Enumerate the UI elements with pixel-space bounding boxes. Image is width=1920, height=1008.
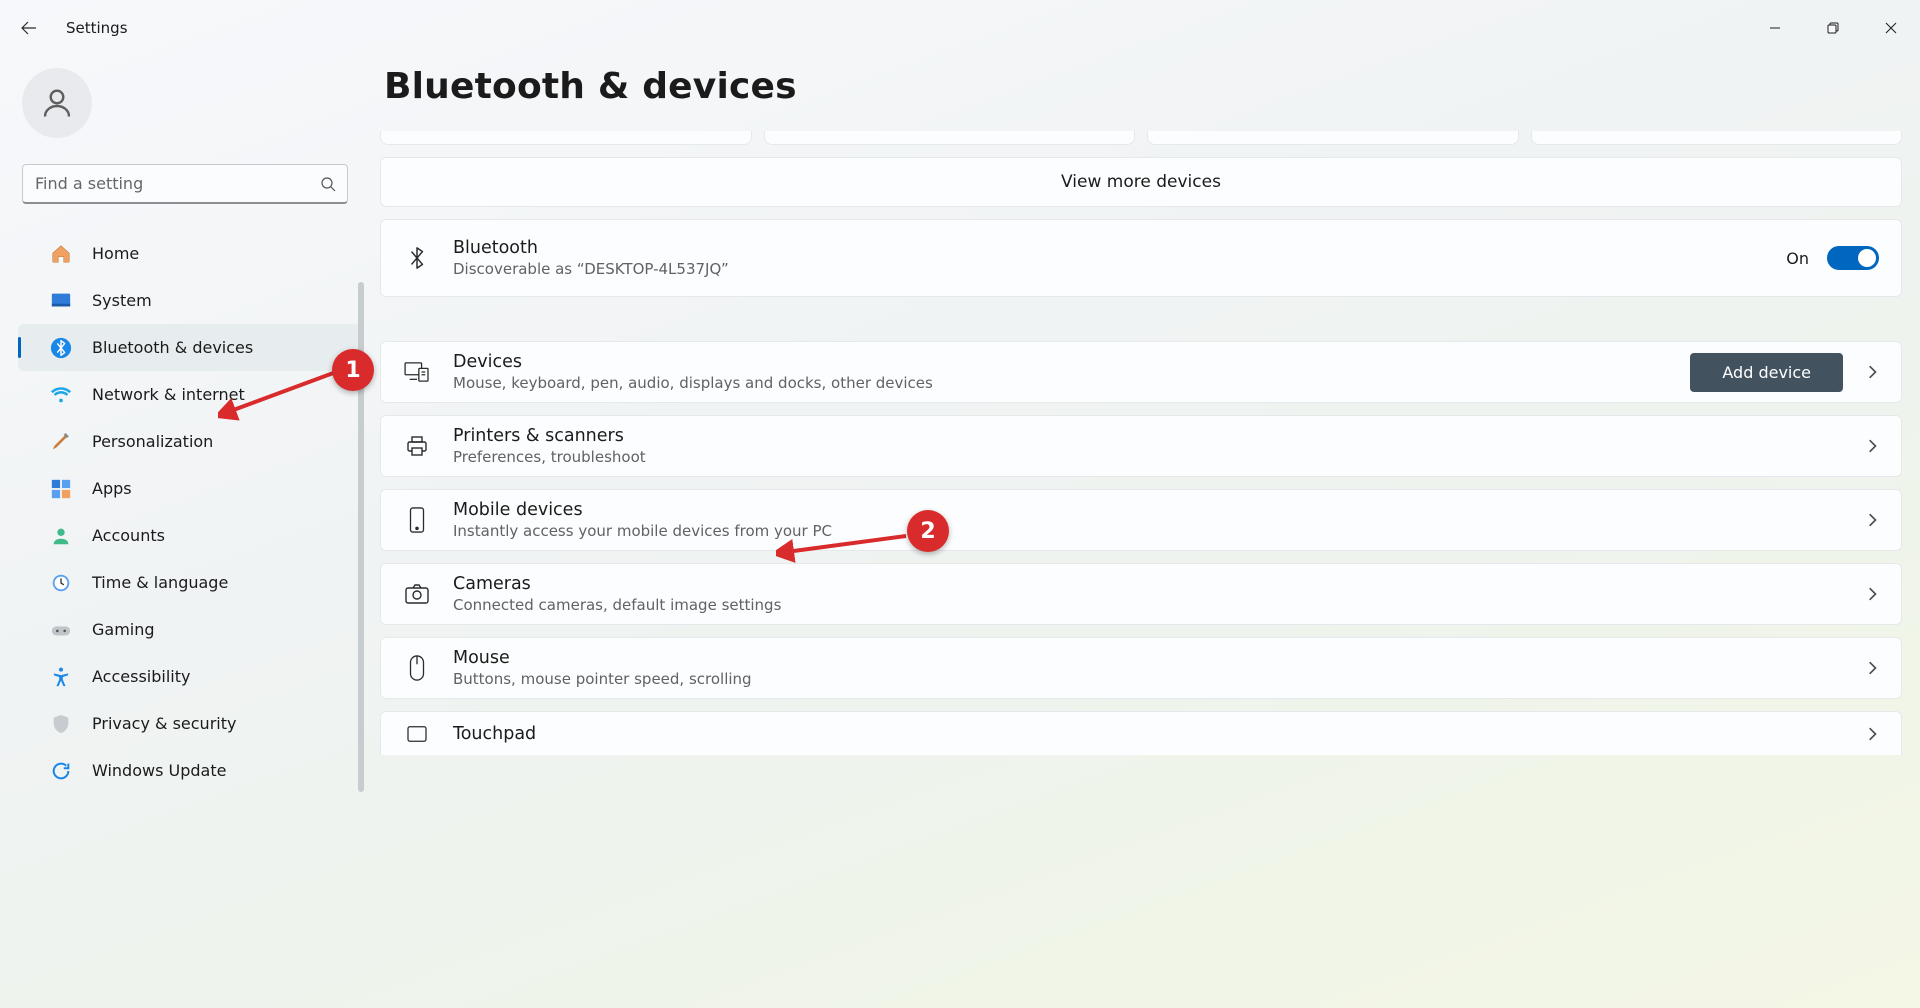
accessibility-icon bbox=[50, 666, 72, 688]
bluetooth-outline-icon bbox=[403, 244, 431, 272]
sidebar-item-home[interactable]: Home bbox=[18, 230, 362, 277]
sidebar-item-time[interactable]: Time & language bbox=[18, 559, 362, 606]
card-subtitle: Buttons, mouse pointer speed, scrolling bbox=[453, 670, 1843, 688]
card-subtitle: Instantly access your mobile devices fro… bbox=[453, 522, 1843, 540]
window-controls bbox=[1746, 10, 1920, 46]
page-title: Bluetooth & devices bbox=[384, 66, 1902, 107]
sidebar-item-label: Accounts bbox=[92, 526, 165, 545]
camera-icon bbox=[403, 584, 431, 604]
view-more-label: View more devices bbox=[403, 172, 1879, 192]
chevron-right-icon bbox=[1865, 439, 1879, 453]
restore-button[interactable] bbox=[1804, 10, 1862, 46]
devices-icon bbox=[403, 361, 431, 383]
sidebar-item-accounts[interactable]: Accounts bbox=[18, 512, 362, 559]
search-input[interactable] bbox=[22, 164, 348, 204]
card-title: Cameras bbox=[453, 574, 1843, 594]
close-button[interactable] bbox=[1862, 10, 1920, 46]
mouse-icon bbox=[403, 655, 431, 681]
sidebar-item-label: System bbox=[92, 291, 152, 310]
avatar[interactable] bbox=[22, 68, 92, 138]
printers-row[interactable]: Printers & scanners Preferences, trouble… bbox=[380, 415, 1902, 477]
annotation-arrow-1 bbox=[218, 362, 348, 422]
mouse-row[interactable]: Mouse Buttons, mouse pointer speed, scro… bbox=[380, 637, 1902, 699]
bluetooth-toggle[interactable] bbox=[1827, 246, 1879, 270]
update-icon bbox=[50, 760, 72, 782]
sidebar-item-label: Apps bbox=[92, 479, 132, 498]
sidebar-item-system[interactable]: System bbox=[18, 277, 362, 324]
add-device-button[interactable]: Add device bbox=[1690, 353, 1843, 392]
sidebar-item-label: Gaming bbox=[92, 620, 155, 639]
paired-device-card[interactable] bbox=[380, 131, 752, 145]
window-title: Settings bbox=[58, 19, 128, 37]
card-subtitle: Connected cameras, default image setting… bbox=[453, 596, 1843, 614]
printer-icon bbox=[403, 435, 431, 457]
bluetooth-icon bbox=[50, 337, 72, 359]
bluetooth-title: Bluetooth bbox=[453, 238, 1786, 258]
sidebar-item-update[interactable]: Windows Update bbox=[18, 747, 362, 794]
paired-devices-row bbox=[380, 131, 1902, 145]
paired-device-card[interactable] bbox=[1147, 131, 1519, 145]
chevron-right-icon bbox=[1865, 661, 1879, 675]
sidebar-item-label: Privacy & security bbox=[92, 714, 236, 733]
bluetooth-subtitle: Discoverable as “DESKTOP-4L537JQ” bbox=[453, 260, 1786, 278]
card-title: Printers & scanners bbox=[453, 426, 1843, 446]
sidebar-item-privacy[interactable]: Privacy & security bbox=[18, 700, 362, 747]
main-content: Bluetooth & devices View more devices Bl… bbox=[380, 58, 1902, 1008]
sidebar-item-label: Windows Update bbox=[92, 761, 226, 780]
home-icon bbox=[50, 243, 72, 265]
sidebar-item-label: Accessibility bbox=[92, 667, 190, 686]
sidebar-item-label: Home bbox=[92, 244, 139, 263]
sidebar-item-label: Time & language bbox=[92, 573, 228, 592]
annotation-badge-2: 2 bbox=[907, 510, 949, 552]
mobile-devices-row[interactable]: Mobile devices Instantly access your mob… bbox=[380, 489, 1902, 551]
card-title: Devices bbox=[453, 352, 1690, 372]
touchpad-row[interactable]: Touchpad bbox=[380, 711, 1902, 755]
system-icon bbox=[50, 290, 72, 312]
gaming-icon bbox=[50, 619, 72, 641]
annotation-badge-1: 1 bbox=[332, 349, 374, 391]
clock-icon bbox=[50, 572, 72, 594]
cameras-row[interactable]: Cameras Connected cameras, default image… bbox=[380, 563, 1902, 625]
accounts-icon bbox=[50, 525, 72, 547]
card-title: Mouse bbox=[453, 648, 1843, 668]
titlebar: Settings bbox=[0, 0, 1920, 56]
view-more-devices[interactable]: View more devices bbox=[380, 157, 1902, 207]
minimize-button[interactable] bbox=[1746, 10, 1804, 46]
card-subtitle: Mouse, keyboard, pen, audio, displays an… bbox=[453, 374, 1690, 392]
card-title: Touchpad bbox=[453, 724, 1843, 744]
card-title: Mobile devices bbox=[453, 500, 1843, 520]
sidebar-item-label: Personalization bbox=[92, 432, 213, 451]
paintbrush-icon bbox=[50, 431, 72, 453]
chevron-right-icon bbox=[1865, 587, 1879, 601]
sidebar-item-apps[interactable]: Apps bbox=[18, 465, 362, 512]
paired-device-card[interactable] bbox=[1531, 131, 1903, 145]
mobile-icon bbox=[403, 507, 431, 533]
nav-list: Home System Bluetooth & devices Network … bbox=[0, 230, 366, 794]
devices-row[interactable]: Devices Mouse, keyboard, pen, audio, dis… bbox=[380, 341, 1902, 403]
chevron-right-icon bbox=[1865, 365, 1879, 379]
apps-icon bbox=[50, 478, 72, 500]
chevron-right-icon bbox=[1865, 513, 1879, 527]
sidebar: Home System Bluetooth & devices Network … bbox=[0, 56, 366, 1008]
shield-icon bbox=[50, 713, 72, 735]
sidebar-item-accessibility[interactable]: Accessibility bbox=[18, 653, 362, 700]
paired-device-card[interactable] bbox=[764, 131, 1136, 145]
annotation-arrow-2 bbox=[776, 528, 916, 564]
chevron-right-icon bbox=[1865, 727, 1879, 741]
wifi-icon bbox=[50, 384, 72, 406]
search-icon bbox=[320, 176, 336, 192]
touchpad-icon bbox=[403, 725, 431, 743]
sidebar-item-personalization[interactable]: Personalization bbox=[18, 418, 362, 465]
bluetooth-toggle-row: Bluetooth Discoverable as “DESKTOP-4L537… bbox=[380, 219, 1902, 297]
sidebar-item-gaming[interactable]: Gaming bbox=[18, 606, 362, 653]
back-button[interactable] bbox=[8, 7, 50, 49]
card-subtitle: Preferences, troubleshoot bbox=[453, 448, 1843, 466]
sidebar-item-label: Bluetooth & devices bbox=[92, 338, 253, 357]
toggle-state-label: On bbox=[1786, 249, 1809, 268]
